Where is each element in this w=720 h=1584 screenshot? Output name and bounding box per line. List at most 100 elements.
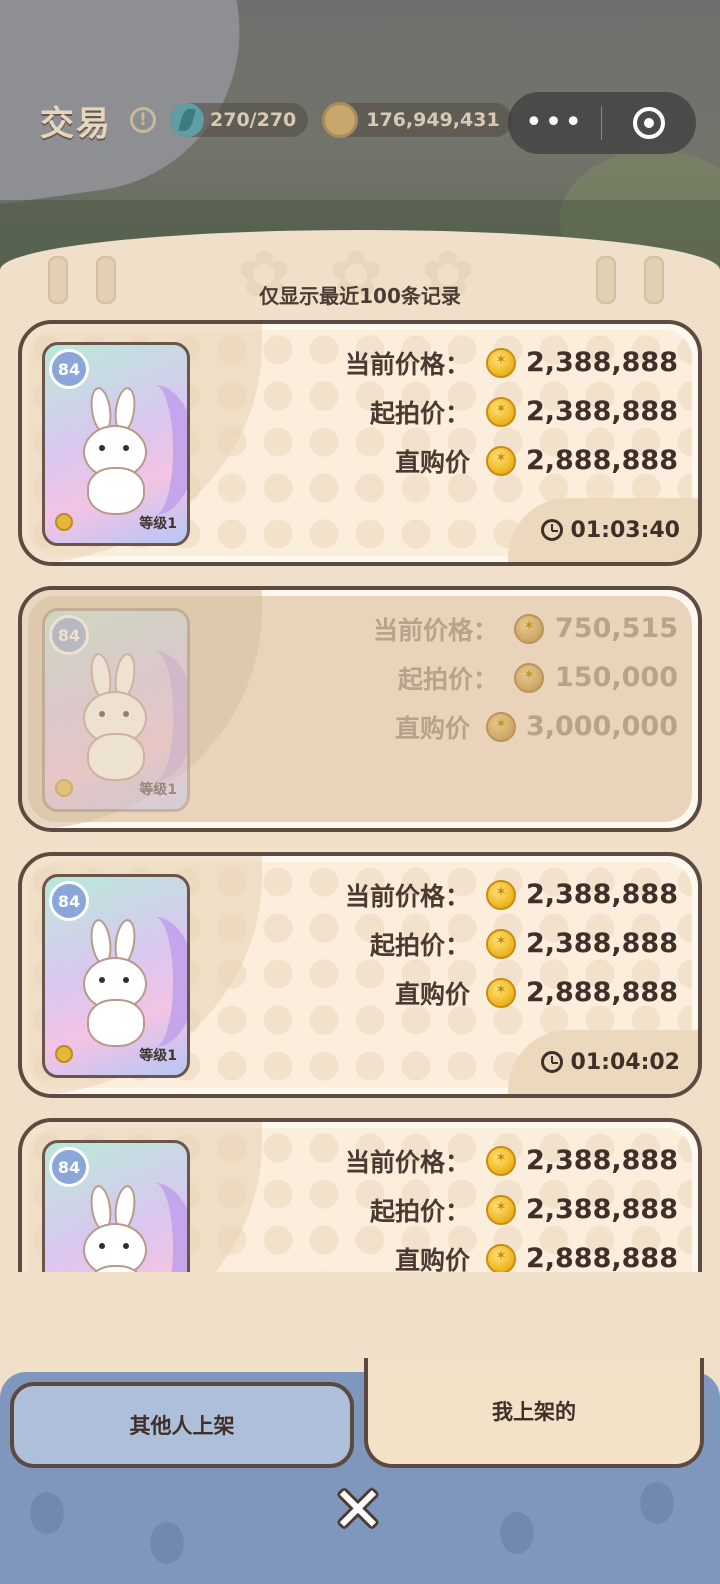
bunny-body bbox=[87, 733, 145, 781]
current-price-value: 2,388,888 bbox=[525, 879, 678, 910]
energy-icon bbox=[170, 103, 204, 137]
start-price-row: 起拍价： 2,388,888 bbox=[238, 919, 678, 968]
grade-label: 等级1 bbox=[139, 782, 177, 798]
current-price-row: 当前价格： 750,515 bbox=[238, 604, 678, 653]
listing-list[interactable]: 84 等级1 当前价格： 2,388,888 起拍价： bbox=[0, 320, 720, 1272]
help-icon[interactable]: ! bbox=[130, 107, 156, 133]
bunny-eye bbox=[99, 711, 105, 717]
buyout-price-row: 直购价 3,000,000 bbox=[238, 702, 678, 751]
bunny-eye bbox=[99, 977, 105, 983]
buyout-price-row: 直购价 2,888,888 bbox=[238, 436, 678, 485]
current-price-row: 当前价格： 2,388,888 bbox=[238, 1136, 678, 1185]
countdown-timer: 01:03:40 bbox=[508, 498, 698, 562]
level-badge: 84 bbox=[49, 881, 89, 921]
listing-card[interactable]: 84 等级1 当前价格： 2,388,888 起拍价： bbox=[18, 320, 702, 566]
bunny-eye bbox=[123, 977, 129, 983]
coin-icon bbox=[485, 977, 516, 1008]
coin-icon bbox=[55, 779, 73, 797]
energy-value: 270/270 bbox=[210, 109, 297, 131]
price-block: 当前价格： 750,515 起拍价： 150,000 直购价 3,000,000 bbox=[238, 604, 678, 751]
pet-card-thumbnail[interactable]: 84 等级1 bbox=[42, 874, 190, 1078]
coin-icon bbox=[485, 445, 516, 476]
pet-card-thumbnail[interactable]: 84 bbox=[42, 1140, 190, 1272]
paw-decoration bbox=[500, 1512, 534, 1554]
close-miniprogram-button[interactable] bbox=[602, 107, 695, 139]
energy-counter: 270/270 bbox=[170, 103, 309, 137]
start-price-label: 起拍价： bbox=[397, 664, 498, 694]
tab-my-listings[interactable]: 我上架的 bbox=[364, 1358, 704, 1468]
start-price-row: 起拍价： 2,388,888 bbox=[238, 1185, 678, 1234]
coin-icon bbox=[485, 396, 516, 427]
tab-others-listings[interactable]: 其他人上架 bbox=[10, 1382, 354, 1468]
paw-decoration bbox=[150, 1522, 184, 1564]
current-price-row: 当前价格： 2,388,888 bbox=[238, 338, 678, 387]
bunny-eye bbox=[123, 445, 129, 451]
buyout-price-label: 直购价 bbox=[394, 713, 470, 743]
coin-icon bbox=[514, 662, 544, 693]
current-price-label: 当前价格： bbox=[344, 881, 470, 911]
grade-label: 等级1 bbox=[139, 516, 177, 532]
current-price-label: 当前价格： bbox=[344, 349, 470, 379]
start-price-label: 起拍价： bbox=[369, 1196, 470, 1226]
grade-label: 等级1 bbox=[139, 1048, 177, 1064]
start-price-label: 起拍价： bbox=[369, 930, 470, 960]
current-price-value: 2,388,888 bbox=[525, 1145, 678, 1176]
coin-icon bbox=[485, 347, 516, 378]
paw-decoration bbox=[640, 1482, 674, 1524]
coin-icon bbox=[485, 879, 516, 910]
target-icon bbox=[632, 107, 665, 139]
current-price-row: 当前价格： 2,388,888 bbox=[238, 870, 678, 919]
buyout-price-row: 直购价 2,888,888 bbox=[238, 968, 678, 1017]
bunny-eye bbox=[99, 1243, 105, 1249]
level-badge: 84 bbox=[49, 1147, 89, 1187]
buyout-price-row: 直购价 2,888,888 bbox=[238, 1234, 678, 1272]
coin-icon bbox=[485, 1243, 516, 1272]
buyout-price-value: 2,888,888 bbox=[525, 445, 678, 476]
countdown-timer: 01:04:02 bbox=[508, 1030, 698, 1094]
close-icon: ✕ bbox=[332, 1473, 384, 1546]
coin-icon bbox=[55, 513, 73, 531]
coin-icon bbox=[485, 711, 516, 742]
bunny-eye bbox=[99, 445, 105, 451]
start-price-value: 150,000 bbox=[555, 662, 678, 693]
more-menu-button[interactable]: ••• bbox=[508, 92, 601, 154]
start-price-value: 2,388,888 bbox=[525, 396, 678, 427]
listing-card[interactable]: 84 当前价格： 2,388,888 起拍价： bbox=[18, 1118, 702, 1272]
mini-program-capsule: ••• bbox=[508, 92, 696, 154]
countdown-value: 01:04:02 bbox=[570, 1049, 680, 1075]
listing-card[interactable]: 84 等级1 当前价格： 2,388,888 起拍价： bbox=[18, 852, 702, 1098]
bunny-eye bbox=[123, 1243, 129, 1249]
price-block: 当前价格： 2,388,888 起拍价： 2,388,888 直购价 2,888… bbox=[238, 338, 678, 485]
clock-icon bbox=[540, 519, 563, 541]
price-block: 当前价格： 2,388,888 起拍价： 2,388,888 直购价 2,888… bbox=[238, 1136, 678, 1272]
top-header: 交易 ! 270/270 176,949,431 bbox=[40, 96, 512, 144]
current-price-label: 当前价格： bbox=[344, 1147, 470, 1177]
buyout-price-value: 3,000,000 bbox=[525, 711, 678, 742]
level-badge: 84 bbox=[49, 349, 89, 389]
current-price-value: 2,388,888 bbox=[525, 347, 678, 378]
buyout-price-label: 直购价 bbox=[394, 979, 470, 1009]
pet-card-thumbnail[interactable]: 84 等级1 bbox=[42, 608, 190, 812]
pet-card-thumbnail[interactable]: 84 等级1 bbox=[42, 342, 190, 546]
coin-icon bbox=[485, 928, 516, 959]
coin-icon bbox=[514, 613, 544, 644]
price-block: 当前价格： 2,388,888 起拍价： 2,388,888 直购价 2,888… bbox=[238, 870, 678, 1017]
current-price-value: 750,515 bbox=[555, 613, 678, 644]
paw-decoration bbox=[30, 1492, 64, 1534]
start-price-row: 起拍价： 150,000 bbox=[238, 653, 678, 702]
coin-value: 176,949,431 bbox=[366, 109, 500, 131]
listing-card[interactable]: 84 等级1 当前价格： 750,515 起拍价： bbox=[18, 586, 702, 832]
close-button[interactable]: ✕ bbox=[330, 1473, 386, 1546]
start-price-row: 起拍价： 2,388,888 bbox=[238, 387, 678, 436]
coin-icon bbox=[485, 1145, 516, 1176]
clock-icon bbox=[540, 1051, 563, 1073]
countdown-value: 01:03:40 bbox=[570, 517, 680, 543]
buyout-price-value: 2,888,888 bbox=[525, 1243, 678, 1272]
page-title: 交易 bbox=[40, 103, 112, 144]
bunny-eye bbox=[123, 711, 129, 717]
coin-icon bbox=[55, 1045, 73, 1063]
coin-counter: 176,949,431 bbox=[322, 102, 512, 138]
buyout-price-label: 直购价 bbox=[394, 1245, 470, 1273]
buyout-price-label: 直购价 bbox=[394, 447, 470, 477]
buyout-price-value: 2,888,888 bbox=[525, 977, 678, 1008]
